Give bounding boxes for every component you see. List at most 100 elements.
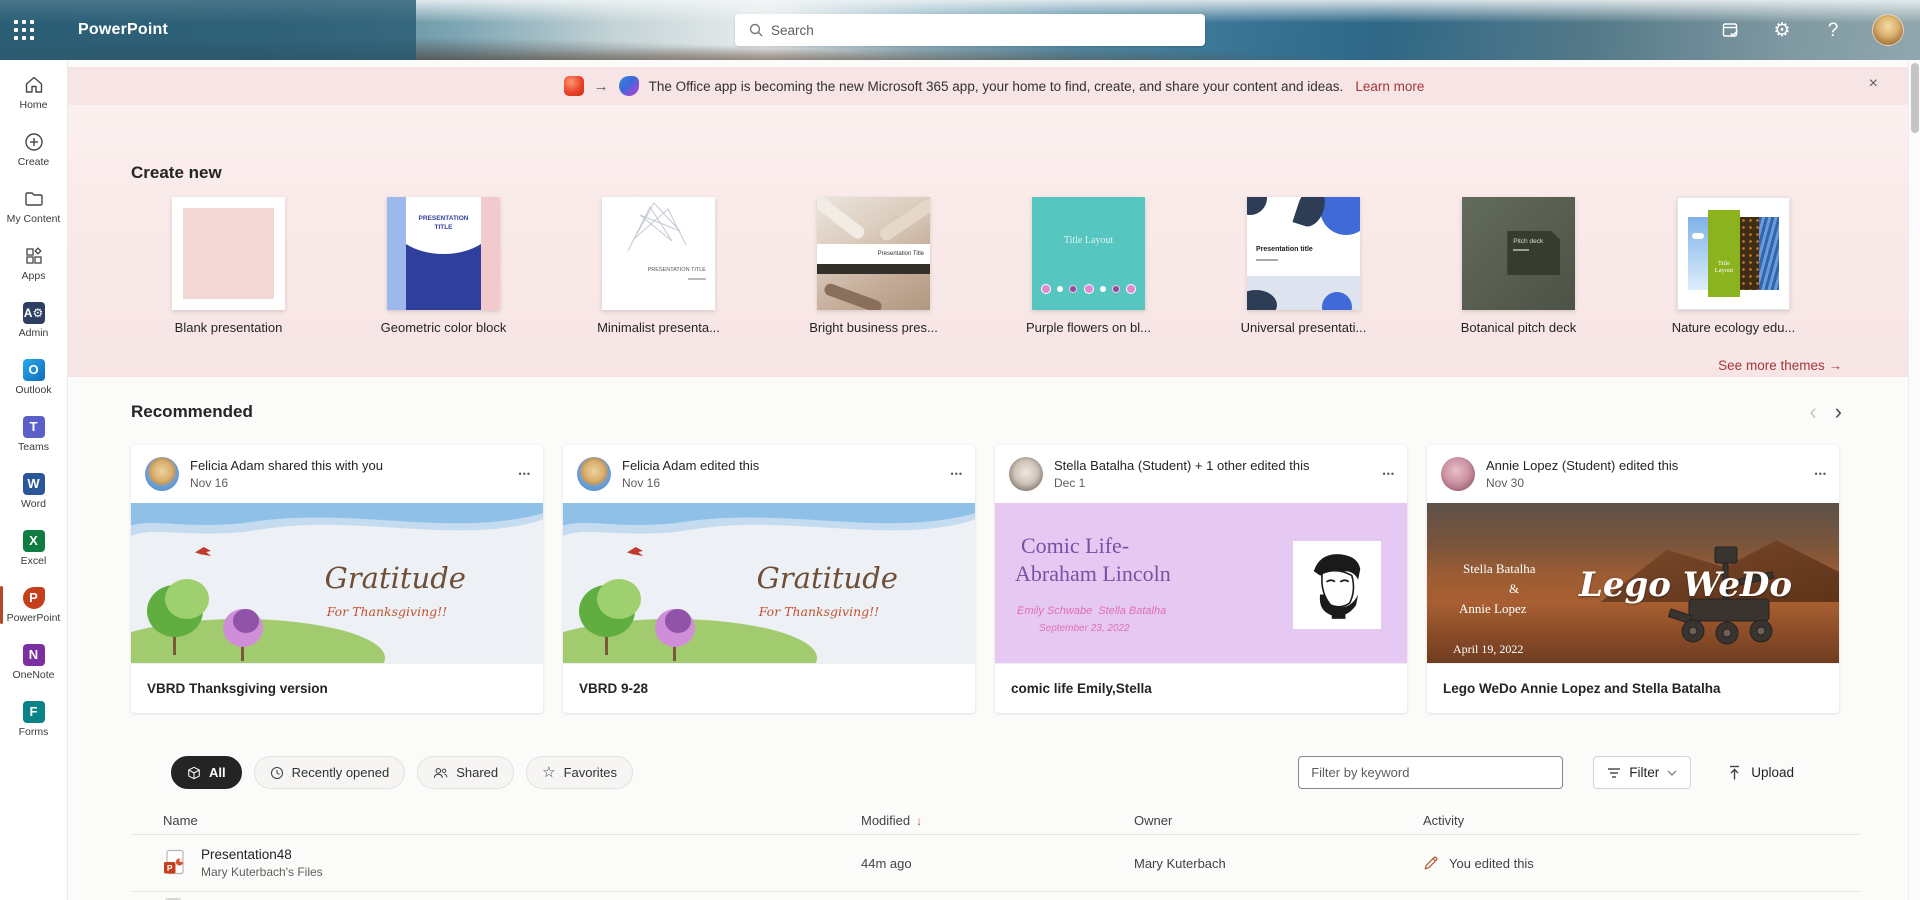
recommended-section: Recommended ‹ › Felicia Adam shared this… [68, 401, 1920, 713]
recommended-card[interactable]: Stella Batalha (Student) + 1 other edite… [995, 445, 1407, 713]
template-blank-presentation[interactable]: Blank presentation [121, 197, 336, 335]
slide-date: September 23, 2022 [1039, 623, 1130, 634]
powerpoint-file-icon: P [164, 849, 184, 875]
slide-thumbnail: Gratitude For Thanksgiving!! [563, 503, 975, 663]
file-name: Presentation48 [201, 847, 292, 862]
template-bright-business[interactable]: Presentation Title Bright business pres.… [766, 197, 981, 335]
powerpoint-icon: P [22, 586, 45, 609]
carousel-next-button[interactable]: › [1835, 401, 1842, 423]
column-name[interactable]: Name [163, 813, 861, 828]
more-icon: ••• [1382, 469, 1395, 479]
file-location: Mary Kuterbach's Files [201, 865, 323, 879]
sidebar-item-outlook[interactable]: O Outlook [0, 352, 67, 402]
slide-author1: Stella Batalha [1463, 561, 1536, 576]
template-thumbnail: Presentation Title [817, 197, 930, 310]
template-nature-ecology[interactable]: Title Layout Nature ecology edu... [1626, 197, 1841, 335]
day-planner-button[interactable] [1719, 18, 1743, 42]
sidebar-item-create[interactable]: Create [0, 124, 67, 174]
sidebar-item-excel[interactable]: X Excel [0, 523, 67, 573]
slide-author2: Annie Lopez [1459, 601, 1527, 616]
carousel-previous-button[interactable]: ‹ [1809, 401, 1816, 423]
learn-more-link[interactable]: Learn more [1355, 79, 1424, 94]
more-options-button[interactable]: ••• [1815, 469, 1827, 479]
recommended-card[interactable]: Felicia Adam edited this Nov 16 ••• Grat… [563, 445, 975, 713]
recommended-card[interactable]: Annie Lopez (Student) edited this Nov 30… [1427, 445, 1839, 713]
template-gallery: Blank presentation PRESENTATION TITLE Ge… [121, 197, 1920, 335]
sort-descending-icon: ↓ [916, 813, 923, 828]
word-icon: W [22, 472, 45, 495]
main-content: → The Office app is becoming the new Mic… [68, 60, 1920, 900]
sidebar-item-home[interactable]: Home [0, 67, 67, 117]
template-thumbnail: Title Layout [1032, 197, 1145, 310]
table-row[interactable]: P Presentation48 Mary Kuterbach's Files … [131, 835, 1860, 892]
scrollbar-thumb[interactable] [1910, 63, 1919, 133]
avatar [577, 457, 611, 491]
more-options-button[interactable]: ••• [1383, 469, 1395, 479]
home-icon [25, 76, 42, 93]
template-name: Universal presentati... [1240, 320, 1367, 335]
column-owner[interactable]: Owner [1134, 813, 1423, 828]
apps-icon [25, 246, 42, 264]
more-options-button[interactable]: ••• [951, 469, 963, 479]
sidebar-item-onenote[interactable]: N OneNote [0, 637, 67, 687]
slide-title: Gratitude [324, 560, 466, 595]
card-date: Nov 16 [622, 476, 661, 490]
chevron-down-icon [1667, 770, 1677, 776]
app-title: PowerPoint [78, 21, 169, 38]
teams-icon: T [22, 415, 45, 438]
sidebar-item-label: Excel [20, 554, 47, 567]
arrow-right-icon: → [593, 77, 609, 95]
template-universal[interactable]: Presentation title Universal presentati.… [1196, 197, 1411, 335]
sidebar-item-label: OneNote [12, 668, 55, 681]
sidebar-item-powerpoint[interactable]: P PowerPoint [0, 580, 67, 630]
upload-button[interactable]: Upload [1721, 756, 1800, 789]
see-more-themes-link[interactable]: See more themes → [68, 358, 1842, 373]
slide-thumbnail: Stella Batalha & Annie Lopez Lego WeDo A… [1427, 503, 1839, 663]
sidebar-item-word[interactable]: W Word [0, 466, 67, 516]
template-purple-flowers[interactable]: Title Layout Purple flowers on bl... [981, 197, 1196, 335]
template-geometric-color-block[interactable]: PRESENTATION TITLE Geometric color block [336, 197, 551, 335]
file-filter-bar: All Recently opened Shared ☆ Favorites F… [68, 756, 1920, 789]
settings-button[interactable]: ⚙ [1770, 18, 1794, 42]
more-options-button[interactable]: ••• [519, 469, 531, 479]
sidebar-item-label: Admin [18, 326, 49, 339]
lincoln-illustration [1293, 541, 1381, 629]
help-icon: ? [1827, 19, 1839, 41]
chevron-left-icon: ‹ [1809, 399, 1817, 424]
recommended-card[interactable]: Felicia Adam shared this with you Nov 16… [131, 445, 543, 713]
slide-ampersand: & [1509, 581, 1520, 596]
filter-tab-shared[interactable]: Shared [417, 756, 515, 789]
column-modified[interactable]: Modified ↓ [861, 813, 1134, 828]
office-migration-banner: → The Office app is becoming the new Mic… [68, 67, 1920, 105]
slide-title-line1: Comic Life- [1021, 533, 1130, 558]
search-input[interactable] [771, 22, 1195, 38]
sidebar-item-apps[interactable]: Apps [0, 238, 67, 288]
keyword-filter-input[interactable] [1298, 756, 1564, 789]
filter-tab-recently-opened[interactable]: Recently opened [253, 756, 406, 789]
filter-tab-all[interactable]: All [171, 756, 242, 789]
help-button[interactable]: ? [1821, 18, 1845, 42]
template-botanical-pitch-deck[interactable]: Pitch deck Botanical pitch deck [1411, 197, 1626, 335]
sidebar-item-forms[interactable]: F Forms [0, 694, 67, 744]
vertical-scrollbar[interactable] [1908, 60, 1920, 900]
excel-icon: X [22, 529, 45, 552]
filter-tab-favorites[interactable]: ☆ Favorites [526, 756, 634, 789]
search-bar[interactable] [735, 14, 1205, 46]
account-avatar[interactable] [1872, 14, 1904, 46]
outlook-icon: O [22, 358, 45, 381]
file-list: Name Modified ↓ Owner Activity P Present… [131, 807, 1860, 900]
template-name: Bright business pres... [809, 320, 938, 335]
search-icon [749, 23, 763, 37]
create-new-heading: Create new [131, 163, 222, 182]
chevron-right-icon: › [1834, 399, 1842, 424]
sidebar-item-my-content[interactable]: My Content [0, 181, 67, 231]
column-activity[interactable]: Activity [1423, 813, 1860, 828]
app-launcher-button[interactable] [0, 0, 48, 60]
banner-message: The Office app is becoming the new Micro… [648, 78, 1344, 94]
left-sidebar: Home Create My Content Apps A⚙ Admin O O… [0, 60, 68, 900]
sidebar-item-admin[interactable]: A⚙ Admin [0, 295, 67, 345]
banner-close-button[interactable]: × [1869, 75, 1878, 93]
sidebar-item-teams[interactable]: T Teams [0, 409, 67, 459]
filter-dropdown-button[interactable]: Filter [1593, 756, 1692, 789]
template-minimalist[interactable]: PRESENTATION TITLE Minimalist presenta..… [551, 197, 766, 335]
